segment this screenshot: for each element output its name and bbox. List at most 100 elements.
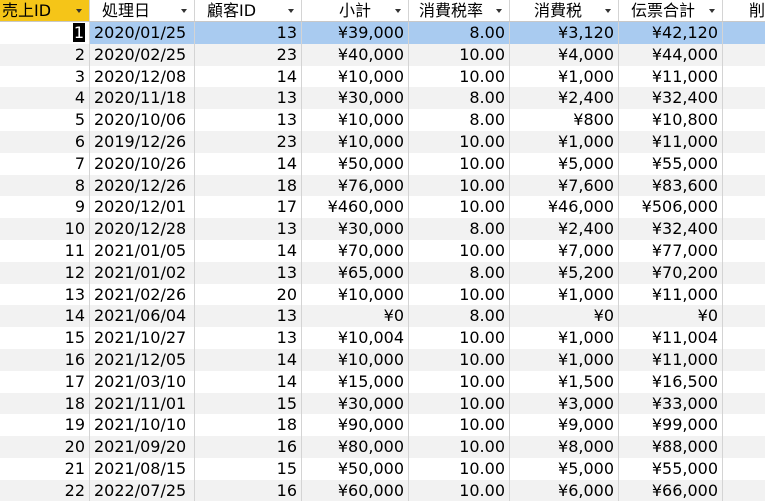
cell-sales-id[interactable]: 19 bbox=[0, 414, 90, 437]
column-header-invoice-total[interactable]: 伝票合計 bbox=[619, 0, 723, 21]
cell-truncated[interactable] bbox=[723, 131, 765, 153]
cell-process-date[interactable]: 2020/12/08 bbox=[90, 65, 195, 88]
table-row[interactable]: 16 2021/12/05 14 ¥10,000 10.00 ¥1,000 ¥11,000 bbox=[0, 348, 765, 371]
cell-process-date[interactable]: 2021/09/20 bbox=[90, 436, 195, 458]
cell-subtotal[interactable]: ¥460,000 bbox=[302, 196, 409, 219]
cell-truncated[interactable] bbox=[723, 393, 765, 415]
cell-sales-id[interactable]: 9 bbox=[0, 196, 90, 219]
cell-tax[interactable]: ¥0 bbox=[510, 305, 619, 328]
cell-process-date[interactable]: 2021/01/05 bbox=[90, 239, 195, 262]
table-row[interactable]: 22 2022/07/25 16 ¥60,000 10.00 ¥6,000 ¥66,000 bbox=[0, 479, 765, 501]
cell-customer-id[interactable]: 18 bbox=[195, 174, 302, 197]
cell-invoice-total[interactable]: ¥11,000 bbox=[619, 130, 723, 153]
cell-tax[interactable]: ¥2,400 bbox=[510, 218, 619, 240]
cell-tax[interactable]: ¥46,000 bbox=[510, 196, 619, 219]
cell-customer-id[interactable]: 23 bbox=[195, 43, 302, 66]
cell-customer-id[interactable]: 14 bbox=[195, 348, 302, 371]
cell-subtotal[interactable]: ¥80,000 bbox=[302, 436, 409, 458]
cell-customer-id[interactable]: 15 bbox=[195, 457, 302, 480]
cell-subtotal[interactable]: ¥70,000 bbox=[302, 239, 409, 262]
cell-tax-rate[interactable]: 10.00 bbox=[409, 436, 510, 458]
cell-process-date[interactable]: 2020/10/26 bbox=[90, 152, 195, 175]
cell-tax[interactable]: ¥5,000 bbox=[510, 457, 619, 480]
cell-process-date[interactable]: 2020/11/18 bbox=[90, 87, 195, 110]
cell-customer-id[interactable]: 13 bbox=[195, 109, 302, 131]
cell-invoice-total[interactable]: ¥33,000 bbox=[619, 392, 723, 415]
table-row[interactable]: 15 2021/10/27 13 ¥10,004 10.00 ¥1,000 ¥11,004 bbox=[0, 327, 765, 349]
cell-subtotal[interactable]: ¥10,000 bbox=[302, 130, 409, 153]
cell-invoice-total[interactable]: ¥0 bbox=[619, 305, 723, 328]
cell-customer-id[interactable]: 13 bbox=[195, 87, 302, 110]
table-row[interactable]: 14 2021/06/04 13 ¥0 8.00 ¥0 ¥0 bbox=[0, 305, 765, 328]
table-row[interactable]: 4 2020/11/18 13 ¥30,000 8.00 ¥2,400 ¥32,400 bbox=[0, 87, 765, 110]
cell-sales-id[interactable]: 4 bbox=[0, 87, 90, 110]
cell-invoice-total[interactable]: ¥55,000 bbox=[619, 457, 723, 480]
cell-invoice-total[interactable]: ¥77,000 bbox=[619, 239, 723, 262]
cell-sales-id[interactable]: 18 bbox=[0, 392, 90, 415]
cell-truncated[interactable] bbox=[723, 87, 765, 109]
cell-subtotal[interactable]: ¥10,000 bbox=[302, 283, 409, 306]
cell-process-date[interactable]: 2021/12/05 bbox=[90, 348, 195, 371]
cell-invoice-total[interactable]: ¥70,200 bbox=[619, 261, 723, 284]
filter-dropdown-icon[interactable] bbox=[493, 5, 505, 17]
cell-tax[interactable]: ¥5,200 bbox=[510, 261, 619, 284]
cell-sales-id[interactable]: 3 bbox=[0, 65, 90, 88]
table-row[interactable]: 12 2021/01/02 13 ¥65,000 8.00 ¥5,200 ¥70,200 bbox=[0, 261, 765, 284]
cell-tax[interactable]: ¥3,000 bbox=[510, 392, 619, 415]
table-row[interactable]: 9 2020/12/01 17 ¥460,000 10.00 ¥46,000 ¥506,00… bbox=[0, 196, 765, 219]
cell-tax[interactable]: ¥1,000 bbox=[510, 327, 619, 349]
cell-subtotal[interactable]: ¥10,000 bbox=[302, 109, 409, 131]
filter-dropdown-icon[interactable] bbox=[706, 5, 718, 17]
table-row[interactable]: 8 2020/12/26 18 ¥76,000 10.00 ¥7,600 ¥83,600 bbox=[0, 174, 765, 197]
cell-tax-rate[interactable]: 10.00 bbox=[409, 370, 510, 393]
cell-truncated[interactable] bbox=[723, 22, 765, 44]
cell-truncated[interactable] bbox=[723, 240, 765, 262]
cell-subtotal[interactable]: ¥90,000 bbox=[302, 414, 409, 437]
cell-sales-id[interactable]: 8 bbox=[0, 174, 90, 197]
cell-customer-id[interactable]: 15 bbox=[195, 392, 302, 415]
cell-sales-id[interactable]: 13 bbox=[0, 283, 90, 306]
cell-truncated[interactable] bbox=[723, 305, 765, 327]
cell-invoice-total[interactable]: ¥32,400 bbox=[619, 218, 723, 240]
cell-sales-id[interactable]: 12 bbox=[0, 261, 90, 284]
cell-subtotal[interactable]: ¥30,000 bbox=[302, 87, 409, 110]
cell-invoice-total[interactable]: ¥11,000 bbox=[619, 348, 723, 371]
cell-invoice-total[interactable]: ¥44,000 bbox=[619, 43, 723, 66]
cell-process-date[interactable]: 2021/11/01 bbox=[90, 392, 195, 415]
cell-truncated[interactable] bbox=[723, 66, 765, 88]
cell-tax-rate[interactable]: 10.00 bbox=[409, 43, 510, 66]
column-header-customer-id[interactable]: 顧客ID bbox=[195, 0, 302, 21]
cell-truncated[interactable] bbox=[723, 284, 765, 306]
cell-subtotal[interactable]: ¥30,000 bbox=[302, 392, 409, 415]
cell-customer-id[interactable]: 13 bbox=[195, 327, 302, 349]
cell-tax[interactable]: ¥2,400 bbox=[510, 87, 619, 110]
cell-invoice-total[interactable]: ¥66,000 bbox=[619, 479, 723, 501]
cell-tax-rate[interactable]: 10.00 bbox=[409, 414, 510, 437]
table-row[interactable]: 2 2020/02/25 23 ¥40,000 10.00 ¥4,000 ¥44,000 bbox=[0, 43, 765, 66]
cell-tax-rate[interactable]: 10.00 bbox=[409, 457, 510, 480]
filter-dropdown-icon[interactable] bbox=[178, 5, 190, 17]
cell-invoice-total[interactable]: ¥10,800 bbox=[619, 109, 723, 131]
table-row[interactable]: 13 2021/02/26 20 ¥10,000 10.00 ¥1,000 ¥11,000 bbox=[0, 283, 765, 306]
column-header-tax[interactable]: 消費税 bbox=[510, 0, 619, 21]
cell-customer-id[interactable]: 18 bbox=[195, 414, 302, 437]
cell-subtotal[interactable]: ¥50,000 bbox=[302, 152, 409, 175]
cell-sales-id[interactable]: 1 bbox=[0, 22, 90, 44]
cell-process-date[interactable]: 2022/07/25 bbox=[90, 479, 195, 501]
cell-customer-id[interactable]: 23 bbox=[195, 130, 302, 153]
cell-customer-id[interactable]: 14 bbox=[195, 65, 302, 88]
cell-process-date[interactable]: 2020/10/06 bbox=[90, 109, 195, 131]
cell-sales-id[interactable]: 7 bbox=[0, 152, 90, 175]
column-header-subtotal[interactable]: 小計 bbox=[302, 0, 409, 21]
cell-subtotal[interactable]: ¥76,000 bbox=[302, 174, 409, 197]
cell-invoice-total[interactable]: ¥55,000 bbox=[619, 152, 723, 175]
cell-truncated[interactable] bbox=[723, 458, 765, 480]
cell-tax-rate[interactable]: 10.00 bbox=[409, 239, 510, 262]
cell-invoice-total[interactable]: ¥99,000 bbox=[619, 414, 723, 437]
cell-sales-id[interactable]: 21 bbox=[0, 457, 90, 480]
cell-subtotal[interactable]: ¥39,000 bbox=[302, 22, 409, 44]
filter-dropdown-icon[interactable] bbox=[285, 5, 297, 17]
cell-invoice-total[interactable]: ¥88,000 bbox=[619, 436, 723, 458]
cell-subtotal[interactable]: ¥30,000 bbox=[302, 218, 409, 240]
cell-customer-id[interactable]: 16 bbox=[195, 436, 302, 458]
